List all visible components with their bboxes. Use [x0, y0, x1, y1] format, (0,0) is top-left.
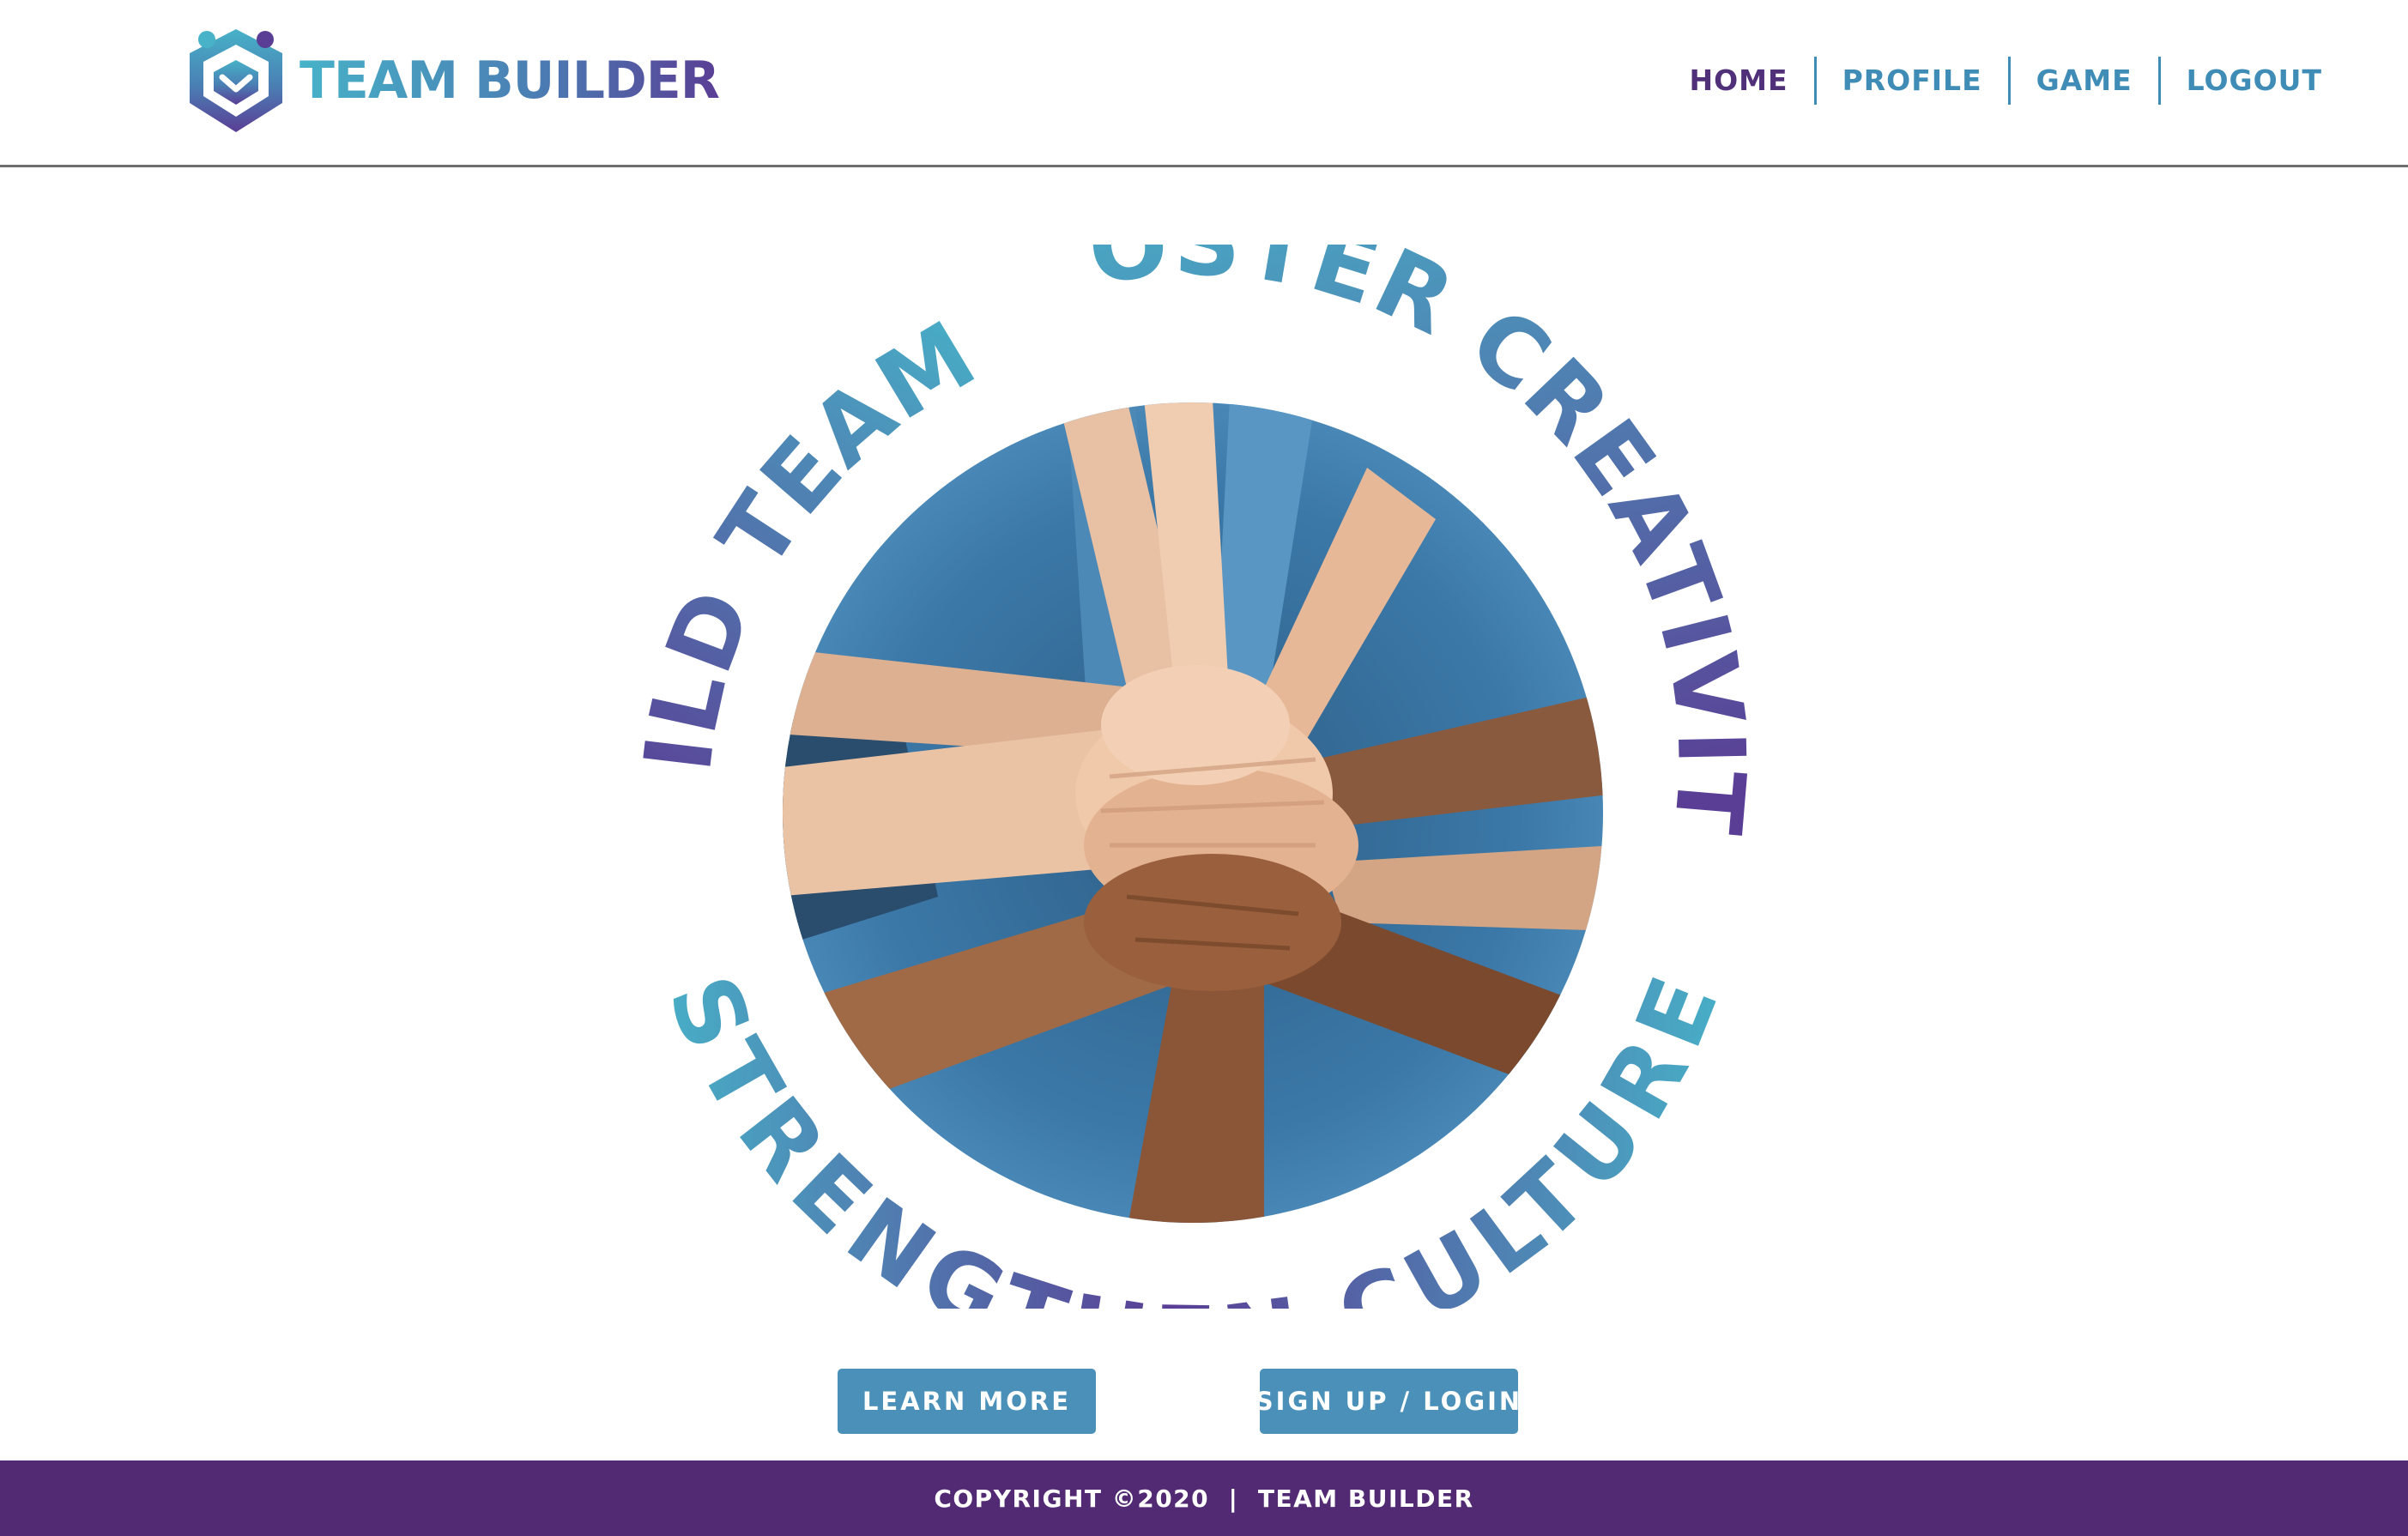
- site-header: TEAM BUILDER HOME PROFILE GAME LOGOUT: [0, 0, 2408, 167]
- footer-separator-space: [1238, 1485, 1258, 1513]
- brand-name: TEAM BUILDER: [299, 51, 720, 111]
- footer-divider: |: [1228, 1484, 1239, 1513]
- site-footer: COPYRIGHT ©2020 | TEAM BUILDER: [0, 1460, 2408, 1536]
- nav-game-link[interactable]: GAME: [2011, 57, 2158, 105]
- hero-circle-graphic: BUILD TEAMS FOSTER CREATIVITY STRENGTHEN…: [612, 245, 1763, 1309]
- footer-copyright: COPYRIGHT ©2020: [934, 1484, 1210, 1513]
- footer-brand: TEAM BUILDER: [1257, 1484, 1474, 1513]
- hero-graphic: BUILD TEAMS FOSTER CREATIVITY STRENGTHEN…: [612, 245, 1796, 1309]
- nav-home-link[interactable]: HOME: [1664, 57, 1814, 105]
- sign-up-login-button[interactable]: SIGN UP / LOGIN: [1255, 1369, 1520, 1434]
- footer-separator: [1209, 1485, 1229, 1513]
- nav-logout-link[interactable]: LOGOUT: [2161, 57, 2348, 105]
- nav-profile-link[interactable]: PROFILE: [1817, 57, 2008, 105]
- stacked-hands-photo: [783, 402, 1603, 1223]
- shield-people-logo-icon: [190, 29, 282, 132]
- main-nav: HOME PROFILE GAME LOGOUT: [1664, 57, 2348, 105]
- learn-more-button[interactable]: LEARN MORE: [838, 1369, 1096, 1434]
- logo-link[interactable]: TEAM BUILDER: [185, 22, 720, 139]
